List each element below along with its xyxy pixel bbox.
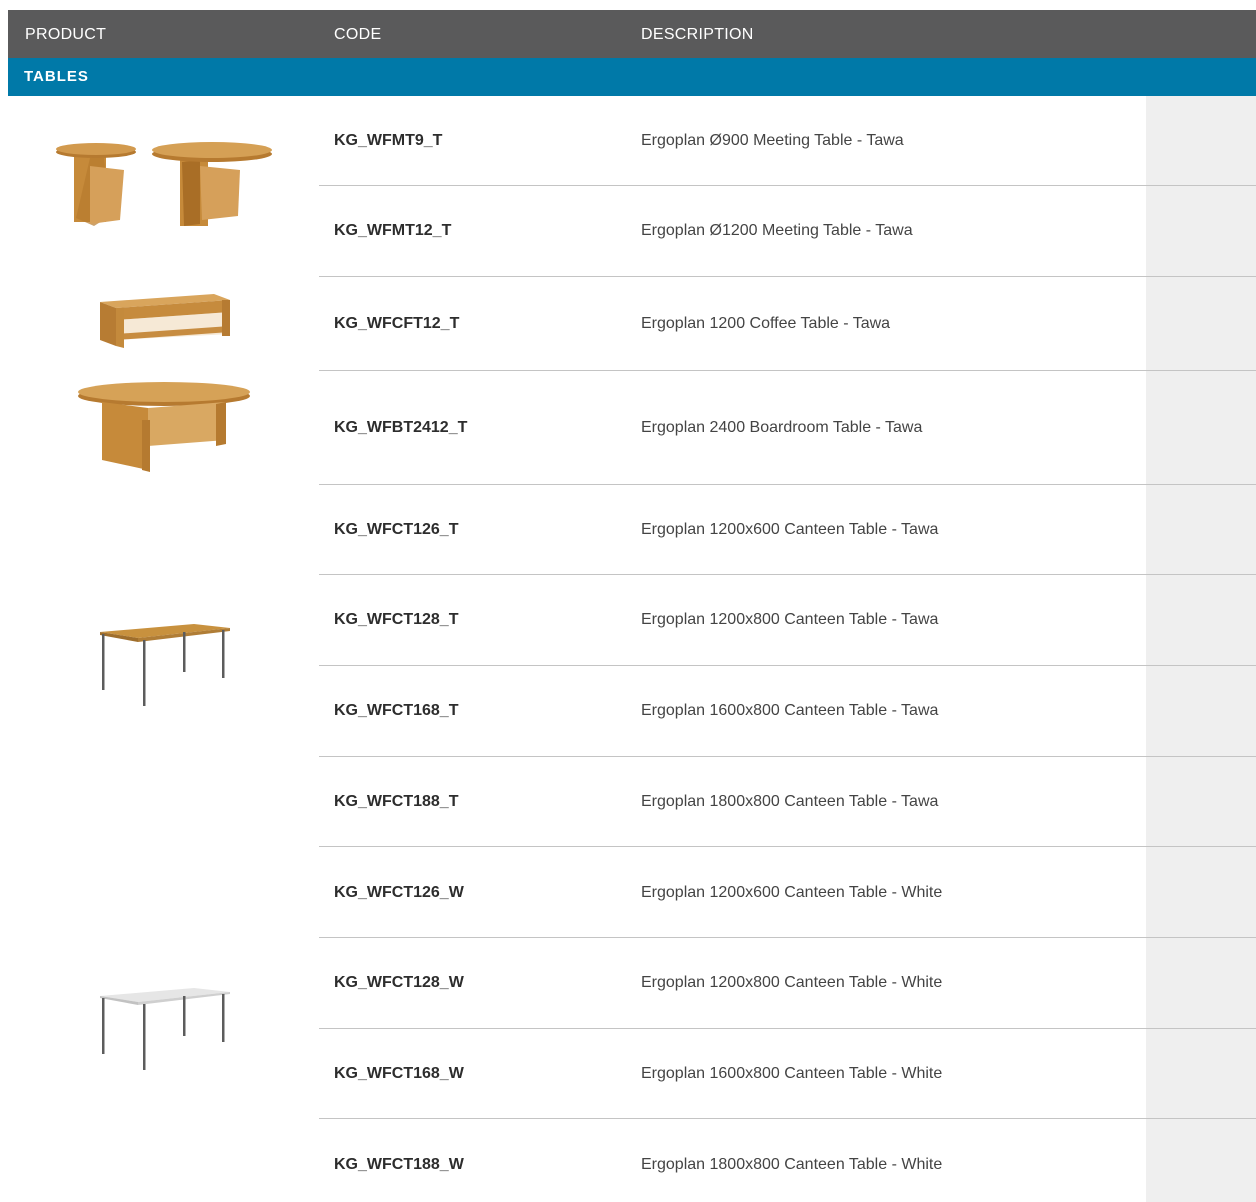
coffee-table-image — [100, 294, 230, 348]
header-product: PRODUCT — [25, 26, 107, 43]
product-code: KG_WFCFT12_T — [334, 315, 460, 332]
row-divider — [319, 756, 1256, 757]
product-description: Ergoplan 1600x800 Canteen Table - White — [641, 1065, 943, 1082]
product-description: Ergoplan 2400 Boardroom Table - Tawa — [641, 419, 923, 436]
section-title: TABLES — [24, 68, 89, 85]
round-meeting-tables-image — [56, 142, 272, 226]
row-divider — [319, 574, 1256, 575]
product-description: Ergoplan 1800x800 Canteen Table - White — [641, 1156, 943, 1173]
row-divider — [319, 665, 1256, 666]
canteen-table-white-image — [100, 988, 230, 1070]
product-description: Ergoplan 1800x800 Canteen Table - Tawa — [641, 793, 939, 810]
product-description: Ergoplan 1200x600 Canteen Table - Tawa — [641, 521, 939, 538]
section-heading: TABLES — [8, 58, 1256, 96]
row-divider — [319, 1028, 1256, 1029]
product-code: KG_WFMT12_T — [334, 222, 452, 239]
product-code: KG_WFCT126_T — [334, 521, 459, 538]
product-code: KG_WFCT128_W — [334, 974, 464, 991]
product-description: Ergoplan Ø900 Meeting Table - Tawa — [641, 132, 904, 149]
canteen-table-tawa-image — [100, 624, 230, 706]
header-description: DESCRIPTION — [641, 26, 754, 43]
row-divider — [319, 846, 1256, 847]
product-code: KG_WFCT168_W — [334, 1065, 464, 1082]
boardroom-table-image — [78, 382, 250, 472]
row-divider — [319, 1118, 1256, 1119]
product-code: KG_WFMT9_T — [334, 132, 443, 149]
product-description: Ergoplan 1200 Coffee Table - Tawa — [641, 315, 891, 332]
product-description: Ergoplan 1200x800 Canteen Table - White — [641, 974, 943, 991]
product-description: Ergoplan 1200x600 Canteen Table - White — [641, 884, 943, 901]
row-divider — [319, 185, 1256, 186]
product-description: Ergoplan Ø1200 Meeting Table - Tawa — [641, 222, 913, 239]
product-code: KG_WFCT188_W — [334, 1156, 464, 1173]
row-divider — [319, 370, 1256, 371]
product-code: KG_WFBT2412_T — [334, 419, 468, 436]
product-description: Ergoplan 1600x800 Canteen Table - Tawa — [641, 702, 939, 719]
table-header: PRODUCT CODE DESCRIPTION — [8, 10, 1256, 58]
grey-column — [1146, 96, 1256, 1202]
row-divider — [319, 276, 1256, 277]
header-code: CODE — [334, 26, 382, 43]
product-code: KG_WFCT128_T — [334, 611, 459, 628]
row-divider — [319, 937, 1256, 938]
product-description: Ergoplan 1200x800 Canteen Table - Tawa — [641, 611, 939, 628]
row-divider — [319, 484, 1256, 485]
product-code: KG_WFCT188_T — [334, 793, 459, 810]
product-code: KG_WFCT168_T — [334, 702, 459, 719]
product-code: KG_WFCT126_W — [334, 884, 464, 901]
